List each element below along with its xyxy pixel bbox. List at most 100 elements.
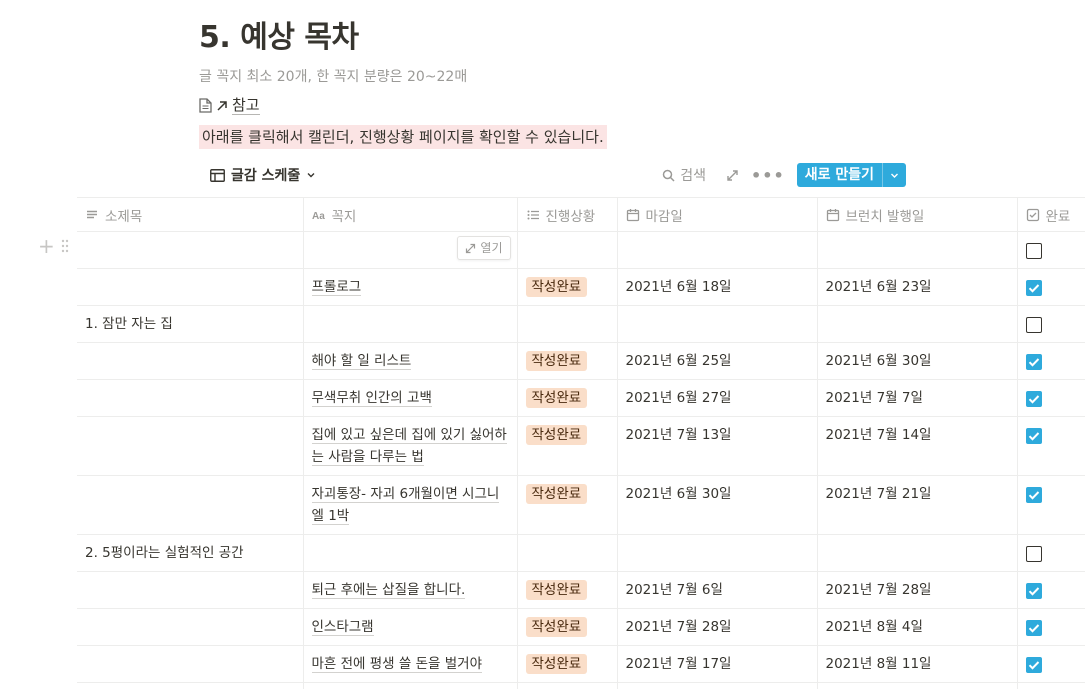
cell-publish[interactable]: 2021년 7월 21일	[816, 475, 1018, 535]
cell-done[interactable]	[1016, 268, 1085, 306]
cell-subtitle[interactable]	[77, 379, 304, 417]
checkbox-unchecked[interactable]	[1025, 243, 1042, 259]
table-row[interactable]: 해야 할 일 리스트 작성완료 2021년 6월 25일 2021년 6월 30일	[77, 342, 1085, 380]
table-row[interactable]: 인스타그램 작성완료 2021년 7월 28일 2021년 8월 4일	[77, 608, 1085, 646]
column-header-status[interactable]: 진행상황	[516, 197, 618, 232]
checkbox-checked[interactable]	[1025, 354, 1042, 370]
page-title-link[interactable]: 자괴통장- 자괴 6개월이면 시그니엘 1박	[311, 486, 500, 525]
cell-publish[interactable]	[816, 305, 1018, 343]
table-row[interactable]: 2. 5평이라는 실험적인 공간	[77, 534, 1085, 572]
cell-title[interactable]	[302, 305, 518, 343]
checkbox-checked[interactable]	[1025, 487, 1042, 503]
cell-status[interactable]: 작성완료	[516, 268, 618, 306]
cell-done[interactable]	[1016, 305, 1085, 343]
cell-publish[interactable]: 2021년 8월 11일	[816, 645, 1018, 683]
cell-status[interactable]: 작성완료	[516, 416, 618, 476]
checkbox-unchecked[interactable]	[1025, 317, 1042, 333]
column-header-deadline[interactable]: 마감일	[616, 197, 818, 232]
cell-deadline[interactable]: 2021년 7월 23일	[616, 682, 818, 689]
cell-deadline[interactable]: 2021년 7월 28일	[616, 608, 818, 646]
cell-publish[interactable]: 2021년 6월 23일	[816, 268, 1018, 306]
cell-publish[interactable]: 2021년 7월 7일	[816, 379, 1018, 417]
cell-done[interactable]	[1016, 608, 1085, 646]
cell-subtitle[interactable]	[77, 231, 304, 269]
cell-subtitle[interactable]	[77, 645, 304, 683]
page-title-link[interactable]: 마흔 전에 평생 쓸 돈을 벌거야	[311, 656, 482, 673]
cell-deadline[interactable]: 2021년 6월 30일	[616, 475, 818, 535]
cell-subtitle[interactable]	[77, 342, 304, 380]
cell-deadline[interactable]: 2021년 7월 13일	[616, 416, 818, 476]
more-options-icon[interactable]: •••	[751, 166, 785, 185]
cell-publish[interactable]: 2021년 8월 18일	[816, 682, 1018, 689]
table-row[interactable]: 집에 있고 싶은데 집에 있기 싫어하는 사람을 다루는 법 작성완료 2021년 …	[77, 416, 1085, 476]
cell-status[interactable]: 작성완료	[516, 475, 618, 535]
cell-subtitle[interactable]	[77, 475, 304, 535]
page-title-link[interactable]: 퇴근 후에는 삽질을 합니다.	[311, 582, 466, 599]
cell-title[interactable]: 퇴근 후에는 삽질을 합니다.	[302, 571, 518, 609]
cell-deadline[interactable]	[616, 231, 818, 269]
page-title-link[interactable]: 프롤로그	[311, 279, 362, 296]
page-title-link[interactable]: 집에 있고 싶은데 집에 있기 싫어하는 사람을 다루는 법	[311, 427, 507, 466]
column-header-title[interactable]: Aa 꼭지	[302, 197, 518, 232]
expand-icon[interactable]	[726, 169, 739, 182]
cell-publish[interactable]	[816, 534, 1018, 572]
reference-link[interactable]: 참고	[199, 96, 260, 115]
cell-title[interactable]: 열기	[302, 231, 518, 269]
cell-done[interactable]	[1016, 416, 1085, 476]
cell-deadline[interactable]: 2021년 6월 18일	[616, 268, 818, 306]
cell-done[interactable]	[1016, 682, 1085, 689]
cell-done[interactable]	[1016, 379, 1085, 417]
page-title-link[interactable]: 무색무취 인간의 고백	[311, 390, 432, 407]
checkbox-checked[interactable]	[1025, 657, 1042, 673]
cell-title[interactable]	[302, 534, 518, 572]
cell-deadline[interactable]: 2021년 7월 6일	[616, 571, 818, 609]
new-dropdown-button[interactable]	[882, 163, 906, 187]
cell-status[interactable]: 작성완료	[516, 682, 618, 689]
table-row[interactable]: 1. 잠만 자는 집	[77, 305, 1085, 343]
cell-title[interactable]: 집에 있고 싶은데 집에 있기 싫어하는 사람을 다루는 법	[302, 416, 518, 476]
cell-title[interactable]: 해야 할 일 리스트	[302, 342, 518, 380]
column-header-subtitle[interactable]: 소제목	[77, 197, 304, 232]
search-button[interactable]: 검색	[662, 165, 706, 185]
cell-publish[interactable]: 2021년 7월 14일	[816, 416, 1018, 476]
cell-deadline[interactable]: 2021년 6월 27일	[616, 379, 818, 417]
page-title-link[interactable]: 해야 할 일 리스트	[311, 353, 412, 370]
cell-deadline[interactable]: 2021년 6월 25일	[616, 342, 818, 380]
cell-done[interactable]	[1016, 475, 1085, 535]
cell-done[interactable]	[1016, 645, 1085, 683]
table-row[interactable]: 퇴근 후에는 삽질을 합니다. 작성완료 2021년 7월 6일 2021년 7월 2…	[77, 571, 1085, 609]
cell-done[interactable]	[1016, 534, 1085, 572]
table-row[interactable]: 블로그작성완료2021년 7월 23일2021년 8월 18일	[77, 682, 1085, 689]
cell-title[interactable]: 프롤로그	[302, 268, 518, 306]
table-row[interactable]: 프롤로그 작성완료 2021년 6월 18일 2021년 6월 23일	[77, 268, 1085, 306]
cell-status[interactable]	[516, 231, 618, 269]
column-header-done[interactable]: 완료	[1016, 197, 1085, 232]
table-row[interactable]: 자괴통장- 자괴 6개월이면 시그니엘 1박 작성완료 2021년 6월 30일 20…	[77, 475, 1085, 535]
view-selector[interactable]: 글감 스케줄	[210, 165, 316, 185]
cell-deadline[interactable]	[616, 534, 818, 572]
cell-subtitle[interactable]	[77, 571, 304, 609]
cell-title[interactable]: 블로그	[302, 682, 518, 689]
new-button[interactable]: 새로 만들기	[796, 163, 906, 187]
page-title-link[interactable]: 인스타그램	[311, 619, 374, 636]
table-row[interactable]: 열기	[77, 231, 1085, 269]
cell-subtitle[interactable]	[77, 682, 304, 689]
cell-done[interactable]	[1016, 571, 1085, 609]
cell-status[interactable]: 작성완료	[516, 571, 618, 609]
cell-title[interactable]: 인스타그램	[302, 608, 518, 646]
cell-title[interactable]: 자괴통장- 자괴 6개월이면 시그니엘 1박	[302, 475, 518, 535]
checkbox-checked[interactable]	[1025, 391, 1042, 407]
checkbox-unchecked[interactable]	[1025, 546, 1042, 562]
cell-title[interactable]: 무색무취 인간의 고백	[302, 379, 518, 417]
cell-status[interactable]: 작성완료	[516, 379, 618, 417]
cell-status[interactable]: 작성완료	[516, 645, 618, 683]
open-page-button[interactable]: 열기	[457, 236, 511, 260]
cell-subtitle[interactable]	[77, 416, 304, 476]
cell-status[interactable]: 작성완료	[516, 608, 618, 646]
checkbox-checked[interactable]	[1025, 620, 1042, 636]
checkbox-checked[interactable]	[1025, 280, 1042, 296]
cell-status[interactable]	[516, 305, 618, 343]
cell-subtitle[interactable]	[77, 268, 304, 306]
drag-handle-icon[interactable]	[61, 239, 69, 253]
add-row-icon[interactable]: +	[38, 236, 55, 256]
